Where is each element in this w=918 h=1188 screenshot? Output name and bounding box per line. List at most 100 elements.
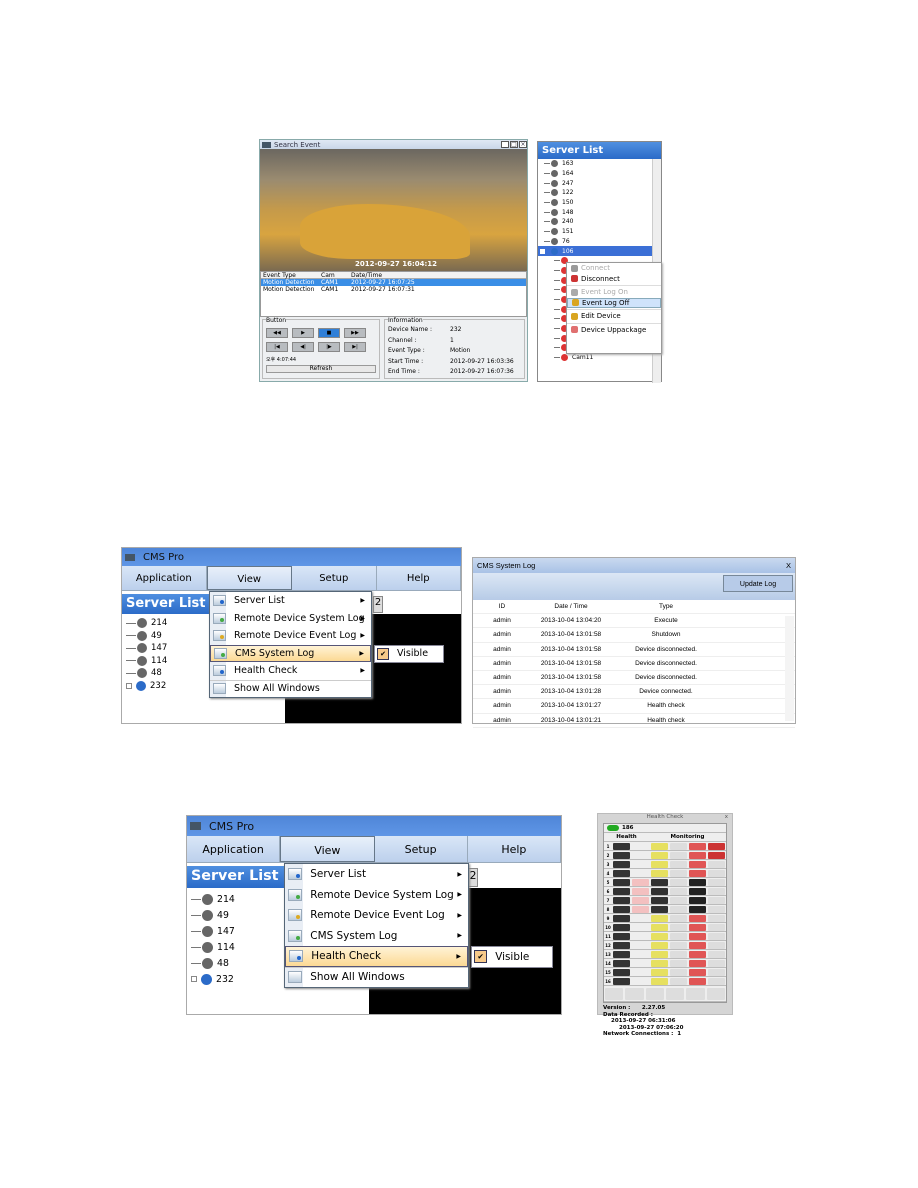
channel-row: 10 — [604, 923, 726, 932]
menu-item-show-all-windows[interactable]: Show All Windows — [285, 966, 468, 988]
tree-node-server[interactable]: 114 — [191, 939, 235, 955]
menu-item-server-list[interactable]: Server List ▶ — [210, 592, 371, 610]
playback-button[interactable]: ◀◀ — [266, 328, 288, 338]
log-row[interactable]: admin 2013-10-04 13:01:28 Device connected… — [473, 685, 795, 700]
menu-setup[interactable]: Setup — [292, 566, 377, 590]
menu-item-cms-system-log[interactable]: CMS System Log ▶ — [210, 644, 371, 662]
update-log-button[interactable]: Update Log — [723, 575, 793, 592]
tree-node-camera[interactable]: Cam11 — [538, 353, 661, 363]
health-check-window: Health Check x 186 Health Monitoring 12345… — [597, 813, 733, 1037]
playback-button[interactable]: ■ — [318, 328, 340, 338]
expand-icon[interactable] — [191, 976, 197, 982]
hdd-icon — [613, 959, 630, 967]
tab-2[interactable]: 2 — [373, 596, 383, 613]
column-header[interactable]: Event Type — [263, 272, 321, 279]
context-menu-item[interactable]: Disconnect — [567, 274, 661, 285]
playback-button[interactable]: ◀| — [292, 342, 314, 352]
visible-submenu[interactable]: ✔ Visible — [471, 946, 553, 968]
menu-view[interactable]: View — [206, 566, 292, 590]
tree-node-server[interactable]: 240 — [538, 217, 661, 227]
menu-item-cms-system-log[interactable]: CMS System Log ▶ — [285, 926, 468, 947]
log-row[interactable]: admin 2013-10-04 13:01:21 Health check — [473, 714, 795, 728]
close-button[interactable]: × — [519, 141, 527, 148]
relay-icon — [708, 896, 725, 904]
tree-node-server[interactable]: 76 — [538, 237, 661, 247]
refresh-button[interactable]: Refresh — [266, 365, 376, 373]
visible-option[interactable]: Visible — [495, 951, 529, 963]
menu-item-health-check[interactable]: Health Check ▶ — [285, 946, 468, 967]
close-button[interactable]: x — [725, 814, 728, 820]
context-menu-item[interactable]: Event Log Off — [567, 297, 661, 308]
tree-node-server[interactable]: 49 — [126, 630, 167, 643]
status-dot — [296, 894, 301, 899]
maximize-button[interactable]: □ — [510, 141, 518, 148]
minimize-button[interactable]: _ — [501, 141, 509, 148]
tree-node-server[interactable]: 163 — [538, 159, 661, 169]
playback-button[interactable]: ▶| — [344, 342, 366, 352]
tree-node-server-selected[interactable]: 106 — [538, 246, 661, 256]
playback-button[interactable]: ▶▶ — [344, 328, 366, 338]
scrollbar[interactable] — [785, 616, 794, 721]
event-row[interactable]: Motion Detection CAM1 2012-09-27 16:07:31 — [261, 286, 526, 293]
menu-item-remote-device-event-log[interactable]: Remote Device Event Log ▶ — [210, 627, 371, 645]
collapse-icon[interactable] — [540, 248, 545, 254]
playback-button[interactable]: |◀ — [266, 342, 288, 352]
menu-setup[interactable]: Setup — [375, 836, 468, 862]
log-row[interactable]: admin 2013-10-04 13:01:58 Shutdown — [473, 628, 795, 643]
context-menu-item[interactable]: Event Log On — [567, 287, 661, 298]
tree-node-server[interactable]: 214 — [191, 891, 235, 907]
menu-help[interactable]: Help — [468, 836, 561, 862]
event-row[interactable]: Motion Detection CAM1 2012-09-27 16:07:25 — [261, 279, 526, 286]
relay-icon — [708, 905, 725, 913]
close-button[interactable]: X — [786, 561, 791, 570]
log-row[interactable]: admin 2013-10-04 13:01:58 Device disconnec… — [473, 671, 795, 686]
tree-node-server[interactable]: 147 — [191, 923, 235, 939]
tab-2[interactable]: 2 — [468, 868, 478, 887]
tree-node-server[interactable]: 148 — [538, 207, 661, 217]
context-menu-item[interactable]: Edit Device — [567, 311, 661, 322]
visible-option[interactable]: Visible — [397, 648, 428, 659]
expand-icon[interactable] — [126, 682, 132, 689]
context-menu-item[interactable]: Connect — [567, 263, 661, 274]
tree-node-server[interactable]: 48 — [191, 955, 235, 971]
tree-node-server[interactable]: 214 — [126, 617, 167, 630]
tree-node-server[interactable]: 151 — [538, 227, 661, 237]
column-header[interactable]: ID — [473, 603, 531, 610]
menu-item-health-check[interactable]: Health Check ▶ — [210, 662, 371, 680]
context-menu-item[interactable]: Device Uppackage — [567, 325, 661, 336]
tree-node-server[interactable]: 48 — [126, 667, 167, 680]
video-playback[interactable]: 2012-09-27 16:04:12 — [260, 149, 527, 271]
channel-number: 10 — [605, 924, 611, 930]
channel-number: 2 — [606, 852, 610, 858]
tree-node-server[interactable]: 147 — [126, 642, 167, 655]
menu-application[interactable]: Application — [122, 566, 207, 590]
tree-node-server[interactable]: 232 — [126, 680, 167, 693]
column-header[interactable]: Cam — [321, 272, 351, 279]
menu-help[interactable]: Help — [377, 566, 461, 590]
visible-submenu[interactable]: ✔ Visible — [374, 644, 444, 663]
log-row[interactable]: admin 2013-10-04 13:01:58 Device disconnec… — [473, 643, 795, 657]
column-header[interactable]: Type — [611, 603, 721, 610]
tree-node-server[interactable]: 150 — [538, 198, 661, 208]
menu-item-remote-device-system-log[interactable]: Remote Device System Log ▶ — [285, 885, 468, 906]
menu-item-show-all-windows[interactable]: Show All Windows — [210, 679, 371, 698]
tree-node-server[interactable]: 114 — [126, 655, 167, 668]
tree-node-server[interactable]: 49 — [191, 907, 235, 923]
tree-node-server[interactable]: 122 — [538, 188, 661, 198]
log-row[interactable]: admin 2013-10-04 13:04:20 Execute — [473, 614, 795, 629]
menu-item-remote-device-system-log[interactable]: Remote Device System Log ▶ — [210, 610, 371, 628]
menu-application[interactable]: Application — [187, 836, 281, 862]
menu-view[interactable]: View — [280, 836, 375, 862]
column-header[interactable]: Date / Time — [531, 603, 611, 610]
tree-node-server[interactable]: 232 — [191, 971, 235, 987]
playback-button[interactable]: |▶ — [318, 342, 340, 352]
playback-button[interactable]: ▶ — [292, 328, 314, 338]
log-row[interactable]: admin 2013-10-04 13:01:58 Device disconnec… — [473, 657, 795, 671]
tree-node-server[interactable]: 247 — [538, 178, 661, 188]
column-header[interactable]: Date/Time — [351, 272, 446, 279]
tree-node-server[interactable]: 164 — [538, 169, 661, 179]
cell: 2013-10-04 13:01:58 — [540, 674, 602, 682]
menu-item-server-list[interactable]: Server List ▶ — [285, 864, 468, 885]
log-row[interactable]: admin 2013-10-04 13:01:27 Health check — [473, 699, 795, 714]
menu-item-remote-device-event-log[interactable]: Remote Device Event Log ▶ — [285, 905, 468, 926]
